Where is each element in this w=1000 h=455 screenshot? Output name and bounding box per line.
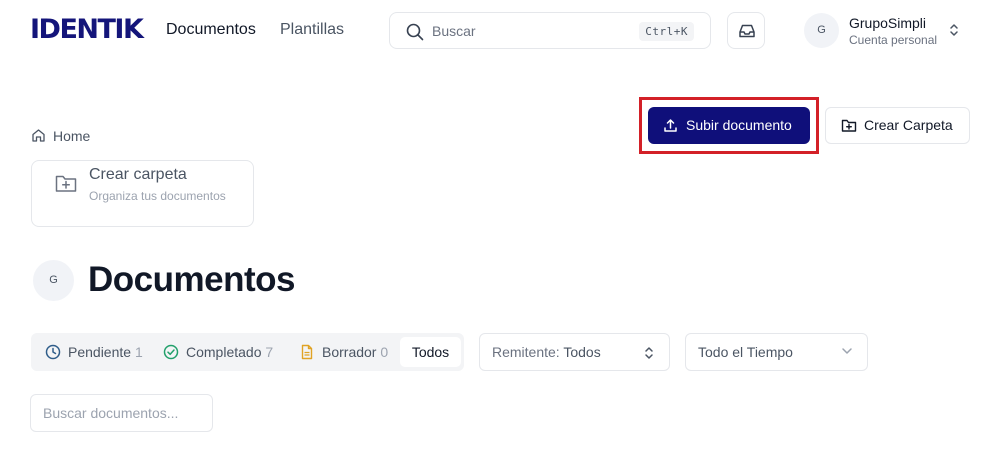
inbox-icon xyxy=(739,24,755,38)
folder-plus-icon xyxy=(55,175,77,192)
create-folder-button[interactable]: Crear Carpeta xyxy=(825,107,970,144)
tab-pending-count: 1 xyxy=(134,344,143,360)
tab-draft-label: Borrador xyxy=(322,344,377,360)
account-name: GrupoSimpli xyxy=(849,15,927,31)
chevron-up-down-icon xyxy=(645,347,653,359)
chevron-down-icon xyxy=(842,348,852,354)
tab-pending-label: Pendiente xyxy=(68,344,132,360)
home-icon xyxy=(32,129,45,142)
search-shortcut-badge: Ctrl+K xyxy=(639,22,694,41)
brand-logo[interactable]: IDENTIK xyxy=(30,14,144,46)
sender-filter-value: Todos xyxy=(563,344,601,360)
chevron-up-down-icon xyxy=(950,24,958,36)
card-title: Crear carpeta xyxy=(89,166,187,183)
upload-document-button[interactable]: Subir documento xyxy=(648,107,810,144)
clock-icon xyxy=(45,344,61,360)
tab-completed-label: Completado xyxy=(186,344,262,360)
time-filter-select[interactable]: Todo el Tiempo xyxy=(685,333,868,371)
document-search-input[interactable] xyxy=(30,394,213,432)
avatar: G xyxy=(33,260,74,301)
card-subtitle: Organiza tus documentos xyxy=(89,189,226,203)
upload-document-label: Subir documento xyxy=(686,117,792,133)
avatar: G xyxy=(804,13,839,48)
tab-all[interactable]: Todos xyxy=(400,337,461,367)
breadcrumb-home[interactable]: Home xyxy=(53,127,90,145)
file-icon xyxy=(301,344,313,360)
search-icon xyxy=(405,22,425,42)
top-navigation-bar: IDENTIK Documentos Plantillas Buscar Ctr… xyxy=(0,0,1000,62)
check-circle-icon xyxy=(163,344,179,360)
inbox-button[interactable] xyxy=(727,12,765,49)
nav-link-documents[interactable]: Documentos xyxy=(166,20,256,40)
time-filter-value: Todo el Tiempo xyxy=(698,344,793,360)
account-switcher[interactable]: G GrupoSimpli Cuenta personal xyxy=(804,12,970,50)
upload-icon xyxy=(664,119,677,132)
account-type: Cuenta personal xyxy=(849,33,938,47)
tab-draft-count: 0 xyxy=(380,344,389,360)
nav-link-templates[interactable]: Plantillas xyxy=(280,20,344,40)
folder-plus-icon xyxy=(841,119,857,132)
global-search[interactable]: Buscar Ctrl+K xyxy=(389,12,711,49)
page-title: Documentos xyxy=(88,260,295,299)
sender-filter-label: Remitente: xyxy=(492,344,560,360)
create-folder-label: Crear Carpeta xyxy=(864,117,953,133)
tab-completed-count: 7 xyxy=(265,344,274,360)
search-placeholder: Buscar xyxy=(432,23,476,39)
create-folder-card[interactable]: Crear carpeta Organiza tus documentos xyxy=(31,160,254,227)
status-filter-tabs: Pendiente 1 Completado 7 Borrador 0 Todo… xyxy=(31,333,464,371)
sender-filter-select[interactable]: Remitente: Todos xyxy=(479,333,670,371)
